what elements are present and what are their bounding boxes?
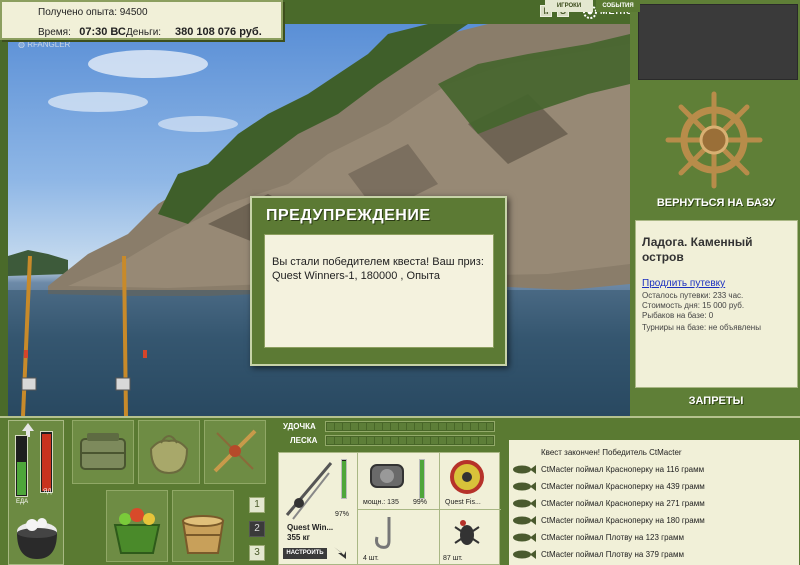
event-list-item: CtMacter поймал Красноперку на 439 грамм (509, 478, 799, 495)
bag-icon (149, 435, 189, 475)
time-readout: Время: 07:30 ВС (38, 26, 126, 38)
tackle-box-icon (80, 433, 126, 470)
time-value: 07:30 ВС (79, 26, 126, 38)
vegetable-basket-icon (113, 508, 161, 554)
xp-label: Получено опыта: 94500 (38, 7, 148, 18)
event-list-item: CtMacter поймал Плотву на 123 грамм (509, 529, 799, 546)
event-list-item: CtMacter поймал Красноперку на 180 грамм (509, 512, 799, 529)
hook-icon[interactable] (369, 513, 405, 553)
event-list-item: CtMacter поймал Плотву на 379 грамм (509, 546, 799, 563)
permit-remaining: Осталось путевки: 233 час. (642, 291, 744, 300)
rod-durability: 97% (335, 511, 350, 518)
dialog-message: Вы стали победителем квеста! Ваш приз: Q… (264, 234, 494, 348)
game-screen: ◍ RFANGLER Получено опыта: 94500 Время: … (0, 0, 800, 565)
rod-bar-label: УДОЧКА (283, 422, 316, 431)
base-info-panel: Ладога. Каменный остров Продлить путевку… (635, 220, 798, 388)
event-text: CtMacter поймал Красноперку на 116 грамм (541, 465, 705, 474)
inventory-slot-tackle-box[interactable] (72, 420, 134, 484)
line-spool-icon[interactable] (447, 459, 487, 495)
event-list-item: Квест закончен! Победитель CtMacter (509, 444, 799, 461)
inventory-slot-bucket[interactable] (172, 490, 234, 562)
warning-dialog[interactable]: ПРЕДУПРЕЖДЕНИЕ Вы стали победителем квес… (250, 196, 507, 366)
float-icon (213, 429, 257, 473)
dialog-title: ПРЕДУПРЕЖДЕНИЕ (266, 207, 431, 224)
reel-durability: 99% (413, 499, 428, 506)
fish-icon (513, 516, 536, 525)
reel-durability-bar (419, 459, 425, 499)
time-label: Время: (38, 27, 71, 38)
poison-label: ЯД (43, 489, 52, 495)
line-name: Quest Fis... (445, 499, 481, 506)
bait-count: 87 шт. (443, 555, 463, 562)
inventory-slot-bag[interactable] (138, 420, 200, 484)
fish-icon (513, 550, 536, 559)
gauges-panel: ЕДА ЯД (8, 420, 64, 565)
food-label: ЕДА (16, 499, 29, 505)
watermark-logo: ◍ RFANGLER (18, 40, 71, 49)
minimap[interactable] (638, 4, 798, 80)
hooks-count: 4 шт. (363, 555, 379, 562)
event-text: CtMacter поймал Красноперку на 271 грамм (541, 499, 705, 508)
inventory-page-1[interactable]: 1 (249, 497, 265, 513)
inventory-slot-groundbait[interactable] (106, 490, 168, 562)
rod-weight: 355 кг (287, 533, 310, 542)
ship-wheel-icon[interactable] (664, 90, 764, 190)
fish-icon (513, 465, 536, 474)
tab-events[interactable]: СОБЫТИЯ (596, 0, 640, 12)
event-list-item: CtMacter поймал Красноперку на 271 грамм (509, 495, 799, 512)
food-gauge-fill (17, 462, 26, 495)
line-bar-label: ЛЕСКА (290, 436, 318, 445)
rod-durability-bar (341, 459, 347, 499)
arrow-down-right-icon (334, 547, 346, 559)
poison-gauge (40, 431, 53, 493)
money-label: Деньги: (126, 27, 162, 38)
event-text: CtMacter поймал Плотву на 123 грамм (541, 533, 684, 542)
rod-tension-bar (325, 421, 495, 432)
money-readout: Деньги: 380 108 076 руб. (126, 26, 262, 38)
event-text: CtMacter поймал Красноперку на 439 грамм (541, 482, 705, 491)
adjust-tackle-button[interactable]: НАСТРОИТЬ (283, 548, 327, 559)
cauldron-icon[interactable] (12, 511, 62, 563)
fish-icon (513, 482, 536, 491)
rod-icon[interactable] (283, 459, 335, 521)
inventory-page-2[interactable]: 2 (249, 521, 265, 537)
events-list: Квест закончен! Победитель CtMacter CtMac… (509, 440, 799, 565)
bucket-icon (181, 515, 225, 554)
food-gauge (15, 435, 28, 497)
reel-durability-fill (420, 460, 424, 498)
rod-durability-fill (342, 461, 346, 498)
stats-panel: Получено опыта: 94500 Время: 07:30 ВС Де… (0, 0, 283, 40)
day-cost: Стоимость дня: 15 000 руб. (642, 301, 745, 310)
base-title: Ладога. Каменный остров (642, 235, 753, 264)
event-text: Квест закончен! Победитель CtMacter (541, 448, 682, 457)
bait-insect-icon[interactable] (449, 513, 485, 553)
poison-gauge-fill (42, 434, 51, 491)
anglers-count: Рыбаков на базе: 0 (642, 311, 714, 320)
reel-icon[interactable] (367, 459, 407, 495)
reel-power: мощн.: 135 (363, 499, 399, 506)
line-tension-bar (325, 435, 495, 446)
rod-name: Quest Win... (287, 523, 334, 532)
event-text: CtMacter поймал Красноперку на 180 грамм (541, 516, 705, 525)
inventory-page-3[interactable]: 3 (249, 545, 265, 561)
money-value: 380 108 076 руб. (174, 26, 262, 38)
tournaments-status: Турниры на базе: не объявлены (642, 323, 761, 332)
event-text: CtMacter поймал Плотву на 379 грамм (541, 550, 684, 559)
bans-button[interactable]: ЗАПРЕТЫ (632, 395, 800, 407)
fish-icon (513, 499, 536, 508)
extend-permit-link[interactable]: Продлить путевку (642, 278, 725, 289)
fish-icon (513, 533, 536, 542)
inventory-slot-float[interactable] (204, 420, 266, 484)
return-to-base-button[interactable]: ВЕРНУТЬСЯ НА БАЗУ (632, 197, 800, 209)
event-list-item: CtMacter поймал Красноперку на 116 грамм (509, 461, 799, 478)
tab-players[interactable]: ИГРОКИ (545, 0, 593, 12)
